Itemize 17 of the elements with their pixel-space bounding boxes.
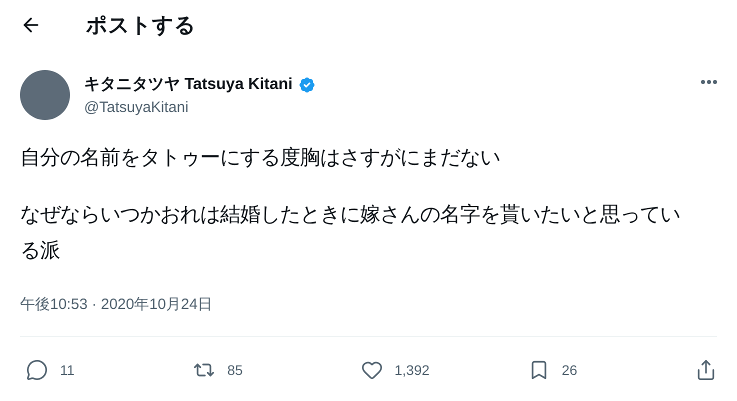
author-handle[interactable]: @TatsuyaKitani: [84, 99, 687, 116]
share-button[interactable]: [695, 359, 717, 381]
page-title: ポストする: [86, 13, 196, 39]
more-button[interactable]: [701, 80, 717, 84]
like-button[interactable]: 1,392: [360, 359, 500, 381]
bookmark-button[interactable]: 26: [528, 359, 668, 381]
reply-icon: [26, 359, 48, 381]
repost-button[interactable]: 85: [193, 359, 334, 381]
share-icon: [695, 359, 717, 381]
post-timestamp[interactable]: 午後10:53 · 2020年10月24日: [20, 295, 717, 314]
avatar-placeholder[interactable]: [20, 70, 70, 120]
more-dots-icon: [701, 80, 717, 84]
post-paragraph: 自分の名前をタトゥーにする度胸はさすがにまだない: [20, 146, 501, 171]
author-name[interactable]: キタニタツヤ Tatsuya Kitani: [84, 74, 293, 95]
reply-button[interactable]: 11: [26, 359, 166, 381]
post-paragraph: なぜならいつかおれは結婚したときに嫁さんの名字を貰いたいと思っている派: [20, 202, 681, 264]
heart-icon: [360, 359, 382, 381]
